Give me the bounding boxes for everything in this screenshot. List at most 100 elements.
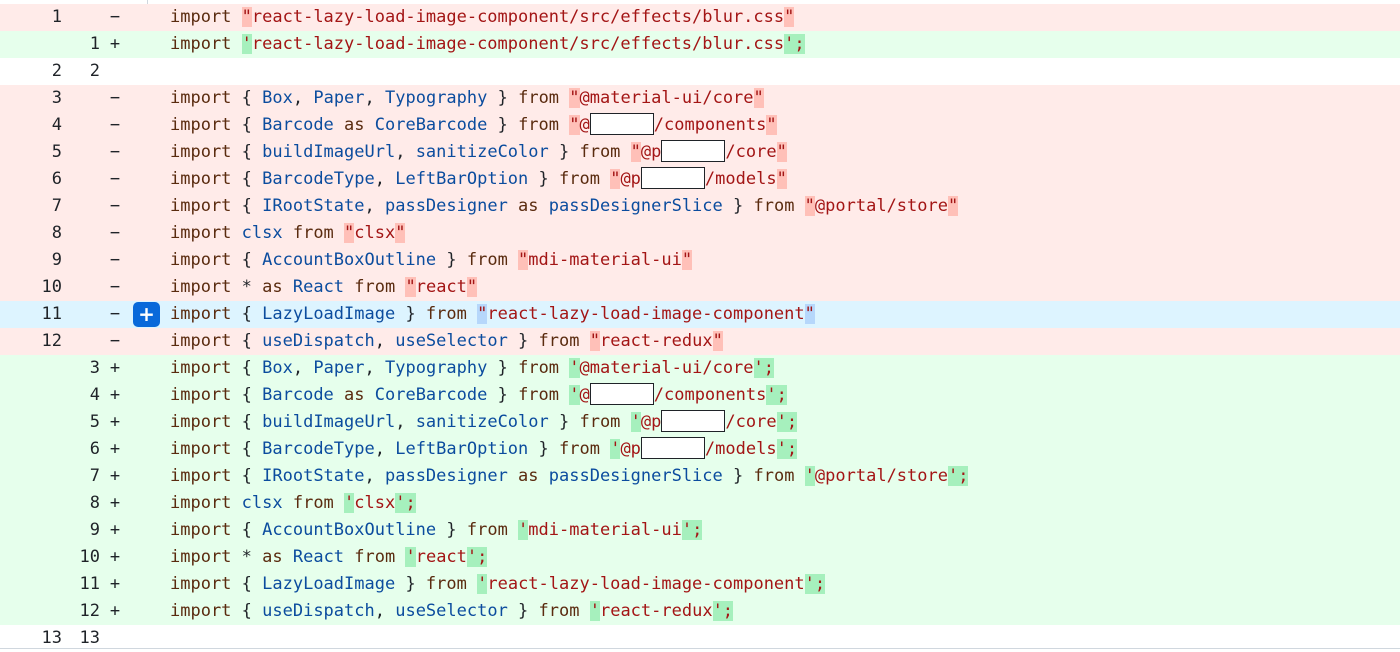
- code-token: clsx: [354, 493, 396, 513]
- code-token: IRootState: [262, 466, 365, 486]
- diff-line-del[interactable]: 8− import clsx from "clsx": [0, 220, 1400, 247]
- code-token: import: [170, 331, 242, 351]
- new-line-number[interactable]: [0, 301, 100, 328]
- code-token: ": [784, 7, 795, 27]
- new-line-number[interactable]: [0, 328, 100, 355]
- plus-icon: +: [138, 302, 155, 326]
- diff-line-add[interactable]: 9 + import { AccountBoxOutline } from 'mdi…: [0, 517, 1400, 544]
- code-token: ';: [947, 466, 969, 486]
- code-token: }: [487, 385, 519, 405]
- diff-line-add[interactable]: 6 + import { BarcodeType, LeftBarOption } …: [0, 436, 1400, 463]
- diff-line-del[interactable]: 12− import { useDispatch, useSelector } f…: [0, 328, 1400, 355]
- new-line-number[interactable]: 6: [0, 436, 100, 463]
- code-token: clsx: [241, 223, 283, 243]
- code-content: import * as React from "react": [170, 274, 478, 301]
- code-token: ';: [776, 412, 798, 432]
- deleted-marker: −: [109, 277, 121, 297]
- code-token: from: [538, 601, 590, 621]
- code-token: mdi-material-ui: [528, 520, 682, 540]
- new-line-number[interactable]: [0, 166, 100, 193]
- diff-line-add[interactable]: 7 + import { IRootState, passDesigner as p…: [0, 463, 1400, 490]
- code-token: passDesignerSlice: [548, 196, 723, 216]
- code-token: @: [579, 385, 590, 405]
- code-content: import { Barcode as CoreBarcode } from '…: [170, 382, 787, 409]
- diff-line-add[interactable]: 12 + import { useDispatch, useSelector } f…: [0, 598, 1400, 625]
- code-token: import: [170, 385, 242, 405]
- code-content: import clsx from 'clsx';: [170, 490, 416, 517]
- diff-line-del[interactable]: 1− import "react-lazy-load-image-componen…: [0, 4, 1400, 31]
- code-token: {: [241, 304, 263, 324]
- code-token: /components: [653, 115, 767, 135]
- code-token: @material-ui/core: [579, 358, 754, 378]
- diff-line-del[interactable]: 6− import { BarcodeType, LeftBarOption } …: [0, 166, 1400, 193]
- code-token: passDesigner: [384, 466, 508, 486]
- new-line-number[interactable]: 12: [0, 598, 100, 625]
- new-line-number[interactable]: [0, 247, 100, 274]
- diff-line-del[interactable]: 9− import { AccountBoxOutline } from "mdi…: [0, 247, 1400, 274]
- new-line-number[interactable]: 4: [0, 382, 100, 409]
- added-marker: +: [109, 439, 121, 459]
- code-token: {: [241, 574, 263, 594]
- code-token: mdi-material-ui: [528, 250, 682, 270]
- code-token: ,: [374, 601, 396, 621]
- add-comment-button[interactable]: +: [133, 302, 160, 327]
- new-line-number[interactable]: 8: [0, 490, 100, 517]
- new-line-number[interactable]: [0, 112, 100, 139]
- code-content: import { buildImageUrl, sanitizeColor } …: [170, 409, 798, 436]
- code-token: as: [262, 547, 293, 567]
- code-token: ,: [395, 142, 416, 162]
- code-token: import: [170, 466, 242, 486]
- new-line-number[interactable]: 3: [0, 355, 100, 382]
- code-token: {: [241, 142, 263, 162]
- new-line-number[interactable]: 1: [0, 31, 100, 58]
- code-token: ': [589, 601, 600, 621]
- new-line-number[interactable]: [0, 220, 100, 247]
- diff-line-add[interactable]: 10 + import * as React from 'react';: [0, 544, 1400, 571]
- diff-line-add[interactable]: 8 + import clsx from 'clsx';: [0, 490, 1400, 517]
- diff-line-del[interactable]: 10− import * as React from "react": [0, 274, 1400, 301]
- code-content: import { buildImageUrl, sanitizeColor } …: [170, 139, 787, 166]
- code-token: ';: [466, 547, 488, 567]
- new-line-number[interactable]: 7: [0, 463, 100, 490]
- new-line-number[interactable]: [0, 4, 100, 31]
- code-token: import: [170, 223, 242, 243]
- new-line-number[interactable]: 9: [0, 517, 100, 544]
- diff-line-add[interactable]: 3 + import { Box, Paper, Typography } from…: [0, 355, 1400, 382]
- code-token: from: [559, 169, 611, 189]
- new-line-number[interactable]: 11: [0, 571, 100, 598]
- code-token: ';: [753, 358, 775, 378]
- new-line-number[interactable]: 10: [0, 544, 100, 571]
- diff-line-del[interactable]: 7− import { IRootState, passDesigner as p…: [0, 193, 1400, 220]
- diff-line-add[interactable]: 4 + import { Barcode as CoreBarcode } from…: [0, 382, 1400, 409]
- code-token: {: [241, 331, 263, 351]
- diff-line-hl[interactable]: 11− import { LazyLoadImage } from "react-…: [0, 301, 1400, 328]
- diff-line-del[interactable]: 3− import { Box, Paper, Typography } from…: [0, 85, 1400, 112]
- code-content: import { useDispatch, useSelector } from…: [170, 598, 734, 625]
- new-line-number[interactable]: [0, 274, 100, 301]
- code-token: ,: [292, 358, 314, 378]
- code-token: ': [405, 547, 416, 567]
- diff-line-ctx[interactable]: 22: [0, 58, 1400, 85]
- added-marker: +: [109, 466, 121, 486]
- diff-line-add[interactable]: 5 + import { buildImageUrl, sanitizeColor …: [0, 409, 1400, 436]
- code-token: as: [507, 196, 549, 216]
- code-token: react-lazy-load-image-component/src/effe…: [251, 34, 785, 54]
- code-token: @material-ui/core: [579, 88, 754, 108]
- code-token: ';: [395, 493, 416, 513]
- code-content: import { Box, Paper, Typography } from "…: [170, 85, 764, 112]
- code-token: ": [804, 304, 815, 324]
- diff-line-del[interactable]: 5− import { buildImageUrl, sanitizeColor …: [0, 139, 1400, 166]
- new-line-number[interactable]: 5: [0, 409, 100, 436]
- diff-line-add[interactable]: 11 + import { LazyLoadImage } from 'react-…: [0, 571, 1400, 598]
- code-token: ': [569, 385, 580, 405]
- diff-line-del[interactable]: 4− import { Barcode as CoreBarcode } from…: [0, 112, 1400, 139]
- new-line-number[interactable]: 2: [0, 58, 100, 85]
- new-line-number[interactable]: [0, 85, 100, 112]
- new-line-number[interactable]: [0, 193, 100, 220]
- code-token: {: [241, 601, 263, 621]
- code-token: from: [518, 358, 570, 378]
- diff-line-add[interactable]: 1 + import 'react-lazy-load-image-componen…: [0, 31, 1400, 58]
- code-token: ': [241, 34, 252, 54]
- new-line-number[interactable]: [0, 139, 100, 166]
- code-content: import "react-lazy-load-image-component/…: [170, 4, 795, 31]
